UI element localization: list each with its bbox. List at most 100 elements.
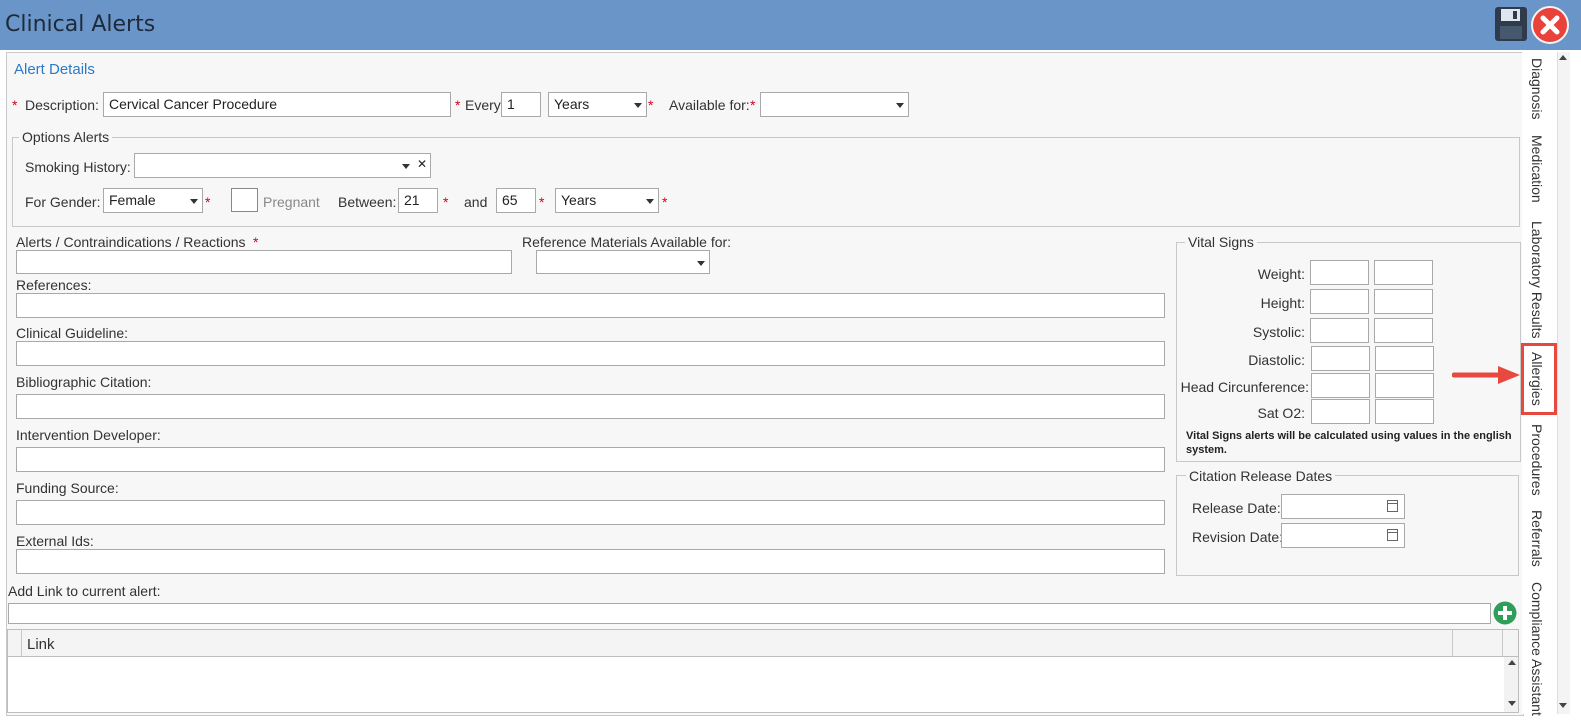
every-unit-value: Years bbox=[554, 96, 590, 112]
header-divider bbox=[1502, 630, 1503, 656]
age-unit-select[interactable]: Years bbox=[555, 188, 659, 213]
tab-referrals[interactable]: Referrals bbox=[1529, 510, 1545, 567]
window-title: Clinical Alerts bbox=[5, 12, 156, 37]
plus-circle-icon bbox=[1493, 601, 1517, 625]
sat-o2-label: Sat O2: bbox=[1257, 405, 1305, 421]
revision-date-picker[interactable] bbox=[1281, 523, 1405, 548]
bibliographic-citation-input[interactable] bbox=[16, 394, 1165, 419]
chevron-down-icon bbox=[402, 164, 410, 169]
title-bar bbox=[0, 0, 1581, 50]
references-input[interactable] bbox=[16, 293, 1165, 318]
add-link-button[interactable] bbox=[1493, 601, 1517, 625]
height-input[interactable] bbox=[1310, 289, 1369, 314]
chevron-down-icon bbox=[634, 103, 642, 108]
gender-label: For Gender: bbox=[25, 194, 101, 210]
intervention-developer-label: Intervention Developer: bbox=[16, 427, 161, 443]
tab-laboratory-results[interactable]: Laboratory Results bbox=[1529, 221, 1545, 339]
pregnant-label: Pregnant bbox=[263, 194, 320, 210]
scroll-up-icon[interactable] bbox=[1508, 660, 1516, 665]
age-unit-value: Years bbox=[561, 192, 597, 208]
link-column-header[interactable]: Link bbox=[27, 636, 55, 653]
chevron-down-icon bbox=[697, 261, 705, 266]
required-marker: * bbox=[750, 97, 756, 113]
every-unit-select[interactable]: Years bbox=[548, 92, 647, 117]
gender-select[interactable]: Female bbox=[103, 188, 203, 213]
chevron-down-icon bbox=[646, 199, 654, 204]
close-icon[interactable] bbox=[1531, 6, 1569, 44]
required-marker: * bbox=[662, 194, 668, 210]
tab-compliance-assistant[interactable]: Compliance Assistant bbox=[1529, 582, 1545, 716]
external-ids-label: External Ids: bbox=[16, 533, 94, 549]
options-alerts-group bbox=[12, 137, 1520, 227]
header-divider bbox=[21, 630, 22, 656]
reference-materials-select[interactable] bbox=[536, 250, 710, 274]
save-icon[interactable] bbox=[1494, 6, 1528, 42]
available-for-select[interactable] bbox=[760, 92, 909, 117]
options-alerts-legend: Options Alerts bbox=[19, 129, 113, 145]
diastolic-label: Diastolic: bbox=[1248, 352, 1305, 368]
bibliographic-citation-label: Bibliographic Citation: bbox=[16, 374, 152, 390]
arrow-icon bbox=[1451, 364, 1522, 386]
weight-input[interactable] bbox=[1310, 260, 1369, 285]
age-to-input[interactable]: 65 bbox=[496, 188, 536, 213]
required-marker: * bbox=[455, 97, 461, 113]
sat-o2-input[interactable] bbox=[1311, 399, 1370, 424]
weight-label: Weight: bbox=[1257, 266, 1305, 282]
required-marker: * bbox=[205, 194, 211, 210]
diastolic-unit-input[interactable] bbox=[1375, 346, 1434, 371]
scroll-down-icon[interactable] bbox=[1508, 701, 1516, 706]
scroll-up-icon[interactable] bbox=[1559, 55, 1567, 60]
allergies-highlight-box bbox=[1521, 343, 1557, 415]
add-link-label: Add Link to current alert: bbox=[8, 583, 161, 599]
head-circumference-input[interactable] bbox=[1311, 373, 1370, 398]
calendar-icon[interactable] bbox=[1387, 500, 1398, 512]
clinical-guideline-label: Clinical Guideline: bbox=[16, 325, 129, 341]
tab-medication[interactable]: Medication bbox=[1529, 135, 1545, 203]
pregnant-checkbox[interactable] bbox=[231, 188, 258, 212]
weight-unit-input[interactable] bbox=[1374, 260, 1433, 285]
systolic-unit-input[interactable] bbox=[1374, 318, 1433, 343]
header-divider bbox=[1452, 630, 1453, 656]
scroll-down-icon[interactable] bbox=[1559, 703, 1567, 708]
required-marker: * bbox=[648, 97, 654, 113]
required-marker: * bbox=[443, 194, 449, 210]
gender-value: Female bbox=[109, 192, 156, 208]
intervention-developer-input[interactable] bbox=[16, 447, 1165, 472]
calendar-icon[interactable] bbox=[1387, 529, 1398, 541]
vital-signs-legend: Vital Signs bbox=[1185, 234, 1257, 250]
description-label: Description: bbox=[25, 97, 99, 113]
alerts-label: Alerts / Contraindications / Reactions bbox=[16, 234, 246, 250]
release-date-label: Release Date: bbox=[1192, 500, 1281, 516]
height-label: Height: bbox=[1260, 295, 1305, 311]
add-link-input[interactable] bbox=[8, 603, 1491, 624]
systolic-label: Systolic: bbox=[1252, 324, 1305, 340]
sat-o2-unit-input[interactable] bbox=[1375, 399, 1434, 424]
links-table-header bbox=[8, 630, 1518, 657]
head-circumference-unit-input[interactable] bbox=[1375, 373, 1434, 398]
height-unit-input[interactable] bbox=[1374, 289, 1433, 314]
chevron-down-icon bbox=[896, 103, 904, 108]
between-label: Between: bbox=[338, 194, 397, 210]
age-from-input[interactable]: 21 bbox=[398, 188, 438, 213]
systolic-input[interactable] bbox=[1310, 318, 1369, 343]
citation-release-legend: Citation Release Dates bbox=[1186, 468, 1336, 484]
alerts-input[interactable] bbox=[16, 250, 512, 274]
reference-materials-label: Reference Materials Available for: bbox=[522, 234, 732, 250]
external-ids-input[interactable] bbox=[16, 549, 1165, 574]
tab-procedures[interactable]: Procedures bbox=[1529, 424, 1545, 496]
funding-source-input[interactable] bbox=[16, 500, 1165, 525]
references-label: References: bbox=[16, 277, 92, 293]
tab-diagnosis[interactable]: Diagnosis bbox=[1529, 58, 1545, 119]
revision-date-label: Revision Date: bbox=[1192, 529, 1284, 545]
vital-signs-note: Vital Signs alerts will be calculated us… bbox=[1186, 430, 1512, 456]
and-label: and bbox=[464, 194, 488, 210]
funding-source-label: Funding Source: bbox=[16, 480, 119, 496]
release-date-picker[interactable] bbox=[1281, 494, 1405, 519]
window-scrollbar[interactable] bbox=[1557, 52, 1570, 714]
description-input[interactable]: Cervical Cancer Procedure bbox=[103, 92, 451, 117]
every-input[interactable]: 1 bbox=[501, 92, 541, 117]
clinical-guideline-input[interactable] bbox=[16, 341, 1165, 366]
smoking-history-select[interactable]: ✕ bbox=[134, 153, 431, 178]
diastolic-input[interactable] bbox=[1311, 346, 1370, 371]
clear-icon[interactable]: ✕ bbox=[417, 157, 427, 171]
